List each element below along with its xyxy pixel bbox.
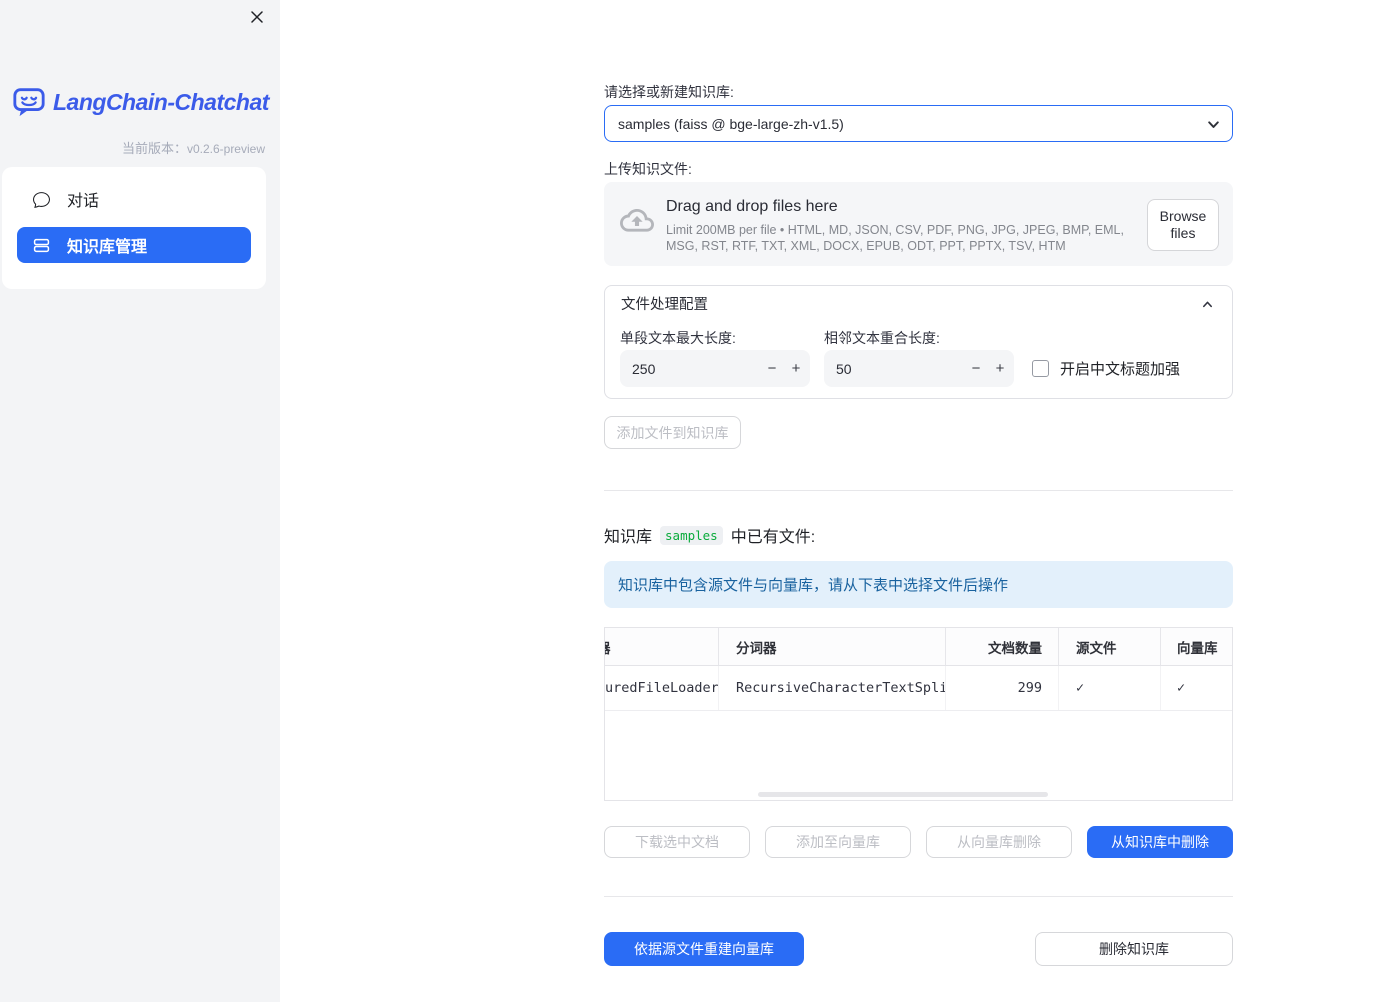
cell-doc-count: 299	[946, 666, 1059, 710]
delete-kb-button[interactable]: 删除知识库	[1035, 932, 1233, 966]
chunk-overlap-input[interactable]: 50 − +	[824, 350, 1014, 387]
file-uploader-dropzone[interactable]: Drag and drop files here Limit 200MB per…	[604, 182, 1233, 266]
kb-name-code: samples	[660, 525, 723, 545]
sidebar-item-chat[interactable]: 对话	[17, 181, 251, 217]
table-header-splitter: 分词器	[719, 628, 946, 665]
table-horizontal-scrollbar[interactable]	[758, 792, 1048, 797]
table-header-source-file: 源文件	[1059, 628, 1161, 665]
sidebar-item-label: 知识库管理	[67, 239, 148, 256]
cell-source-file-check: ✓	[1059, 666, 1161, 710]
rebuild-vector-store-button[interactable]: 依据源文件重建向量库	[604, 932, 804, 966]
sidebar: LangChain-Chatchat 当前版本：v0.2.6-preview 对…	[0, 0, 280, 1002]
add-to-vector-store-button[interactable]: 添加至向量库	[765, 826, 911, 858]
kb-files-prefix: 知识库	[604, 529, 653, 546]
zh-title-checkbox[interactable]	[1032, 360, 1049, 377]
chat-bubble-icon	[33, 191, 50, 208]
table-header-row: 器 分词器 文档数量 源文件 向量库	[605, 628, 1232, 666]
zh-title-checkbox-row: 开启中文标题加强	[1032, 358, 1180, 379]
app-title: LangChain-Chatchat	[53, 88, 269, 115]
hdd-stack-icon	[33, 237, 50, 254]
cell-loader: uredFileLoader	[605, 666, 719, 710]
main-content: 请选择或新建知识库: samples (faiss @ bge-large-zh…	[604, 0, 1233, 1002]
delete-from-kb-button[interactable]: 从知识库中删除	[1087, 826, 1233, 858]
chatchat-logo-icon	[12, 85, 46, 119]
kb-select-value: samples (faiss @ bge-large-zh-v1.5)	[618, 115, 844, 132]
uploader-limit-text: Limit 200MB per file • HTML, MD, JSON, C…	[666, 223, 1124, 253]
chunk-overlap-value: 50	[836, 360, 852, 377]
file-config-expander: 文件处理配置 单段文本最大长度: 相邻文本重合长度: 250 − + 50 − …	[604, 285, 1233, 399]
chunk-size-value: 250	[632, 360, 656, 377]
info-alert: 知识库中包含源文件与向量库，请从下表中选择文件后操作	[604, 561, 1233, 608]
info-alert-text: 知识库中包含源文件与向量库，请从下表中选择文件后操作	[618, 577, 1009, 594]
expander-header[interactable]: 文件处理配置	[605, 286, 1232, 320]
chunk-overlap-label: 相邻文本重合长度:	[824, 330, 940, 346]
add-files-to-kb-button[interactable]: 添加文件到知识库	[604, 416, 741, 449]
divider	[604, 896, 1233, 897]
zh-title-checkbox-label: 开启中文标题加强	[1060, 361, 1181, 378]
divider	[604, 490, 1233, 491]
plus-stepper-button[interactable]: +	[784, 350, 808, 387]
version-label: 当前版本：	[121, 141, 187, 156]
table-header-vector-store: 向量库	[1177, 640, 1218, 656]
cell-vector-store-check: ✓	[1177, 680, 1186, 696]
kb-files-heading: 知识库 samples 中已有文件:	[604, 523, 815, 547]
uploader-text: Drag and drop files here Limit 200MB per…	[666, 198, 1144, 254]
sidebar-item-label: 对话	[67, 193, 100, 210]
version-value: v0.2.6-preview	[186, 142, 265, 156]
close-icon	[249, 9, 265, 25]
chevron-down-icon	[1206, 117, 1221, 132]
minus-stepper-button[interactable]: −	[760, 350, 784, 387]
table-header-doc-count: 文档数量	[946, 628, 1059, 665]
sidebar-menu: 对话 知识库管理	[2, 167, 266, 289]
upload-label: 上传知识文件:	[604, 161, 692, 177]
app-window: LangChain-Chatchat 当前版本：v0.2.6-preview 对…	[0, 0, 1380, 1002]
expander-title: 文件处理配置	[621, 296, 708, 313]
kb-files-suffix: 中已有文件:	[730, 529, 816, 546]
plus-stepper-button[interactable]: +	[988, 350, 1012, 387]
minus-stepper-button[interactable]: −	[964, 350, 988, 387]
kb-select[interactable]: samples (faiss @ bge-large-zh-v1.5)	[604, 105, 1233, 142]
cell-splitter: RecursiveCharacterTextSplitter	[719, 666, 946, 710]
kb-select-label: 请选择或新建知识库:	[604, 84, 734, 100]
app-logo: LangChain-Chatchat	[12, 85, 269, 119]
cloud-upload-icon	[620, 208, 654, 234]
chevron-up-icon	[1201, 298, 1214, 311]
uploader-title: Drag and drop files here	[666, 198, 838, 215]
download-selected-button[interactable]: 下载选中文档	[604, 826, 750, 858]
version-text: 当前版本：v0.2.6-preview	[122, 138, 265, 157]
table-row[interactable]: uredFileLoader RecursiveCharacterTextSpl…	[605, 666, 1232, 711]
delete-from-vector-store-button[interactable]: 从向量库删除	[926, 826, 1072, 858]
chunk-size-label: 单段文本最大长度:	[620, 330, 736, 346]
table-header-loader: 器	[605, 628, 719, 665]
sidebar-item-knowledge-base[interactable]: 知识库管理	[17, 227, 251, 263]
sidebar-close-button[interactable]	[247, 7, 267, 27]
kb-files-table[interactable]: 器 分词器 文档数量 源文件 向量库 uredFileLoader Recurs…	[604, 627, 1233, 801]
chunk-size-input[interactable]: 250 − +	[620, 350, 810, 387]
browse-files-button[interactable]: Browse files	[1147, 199, 1219, 251]
